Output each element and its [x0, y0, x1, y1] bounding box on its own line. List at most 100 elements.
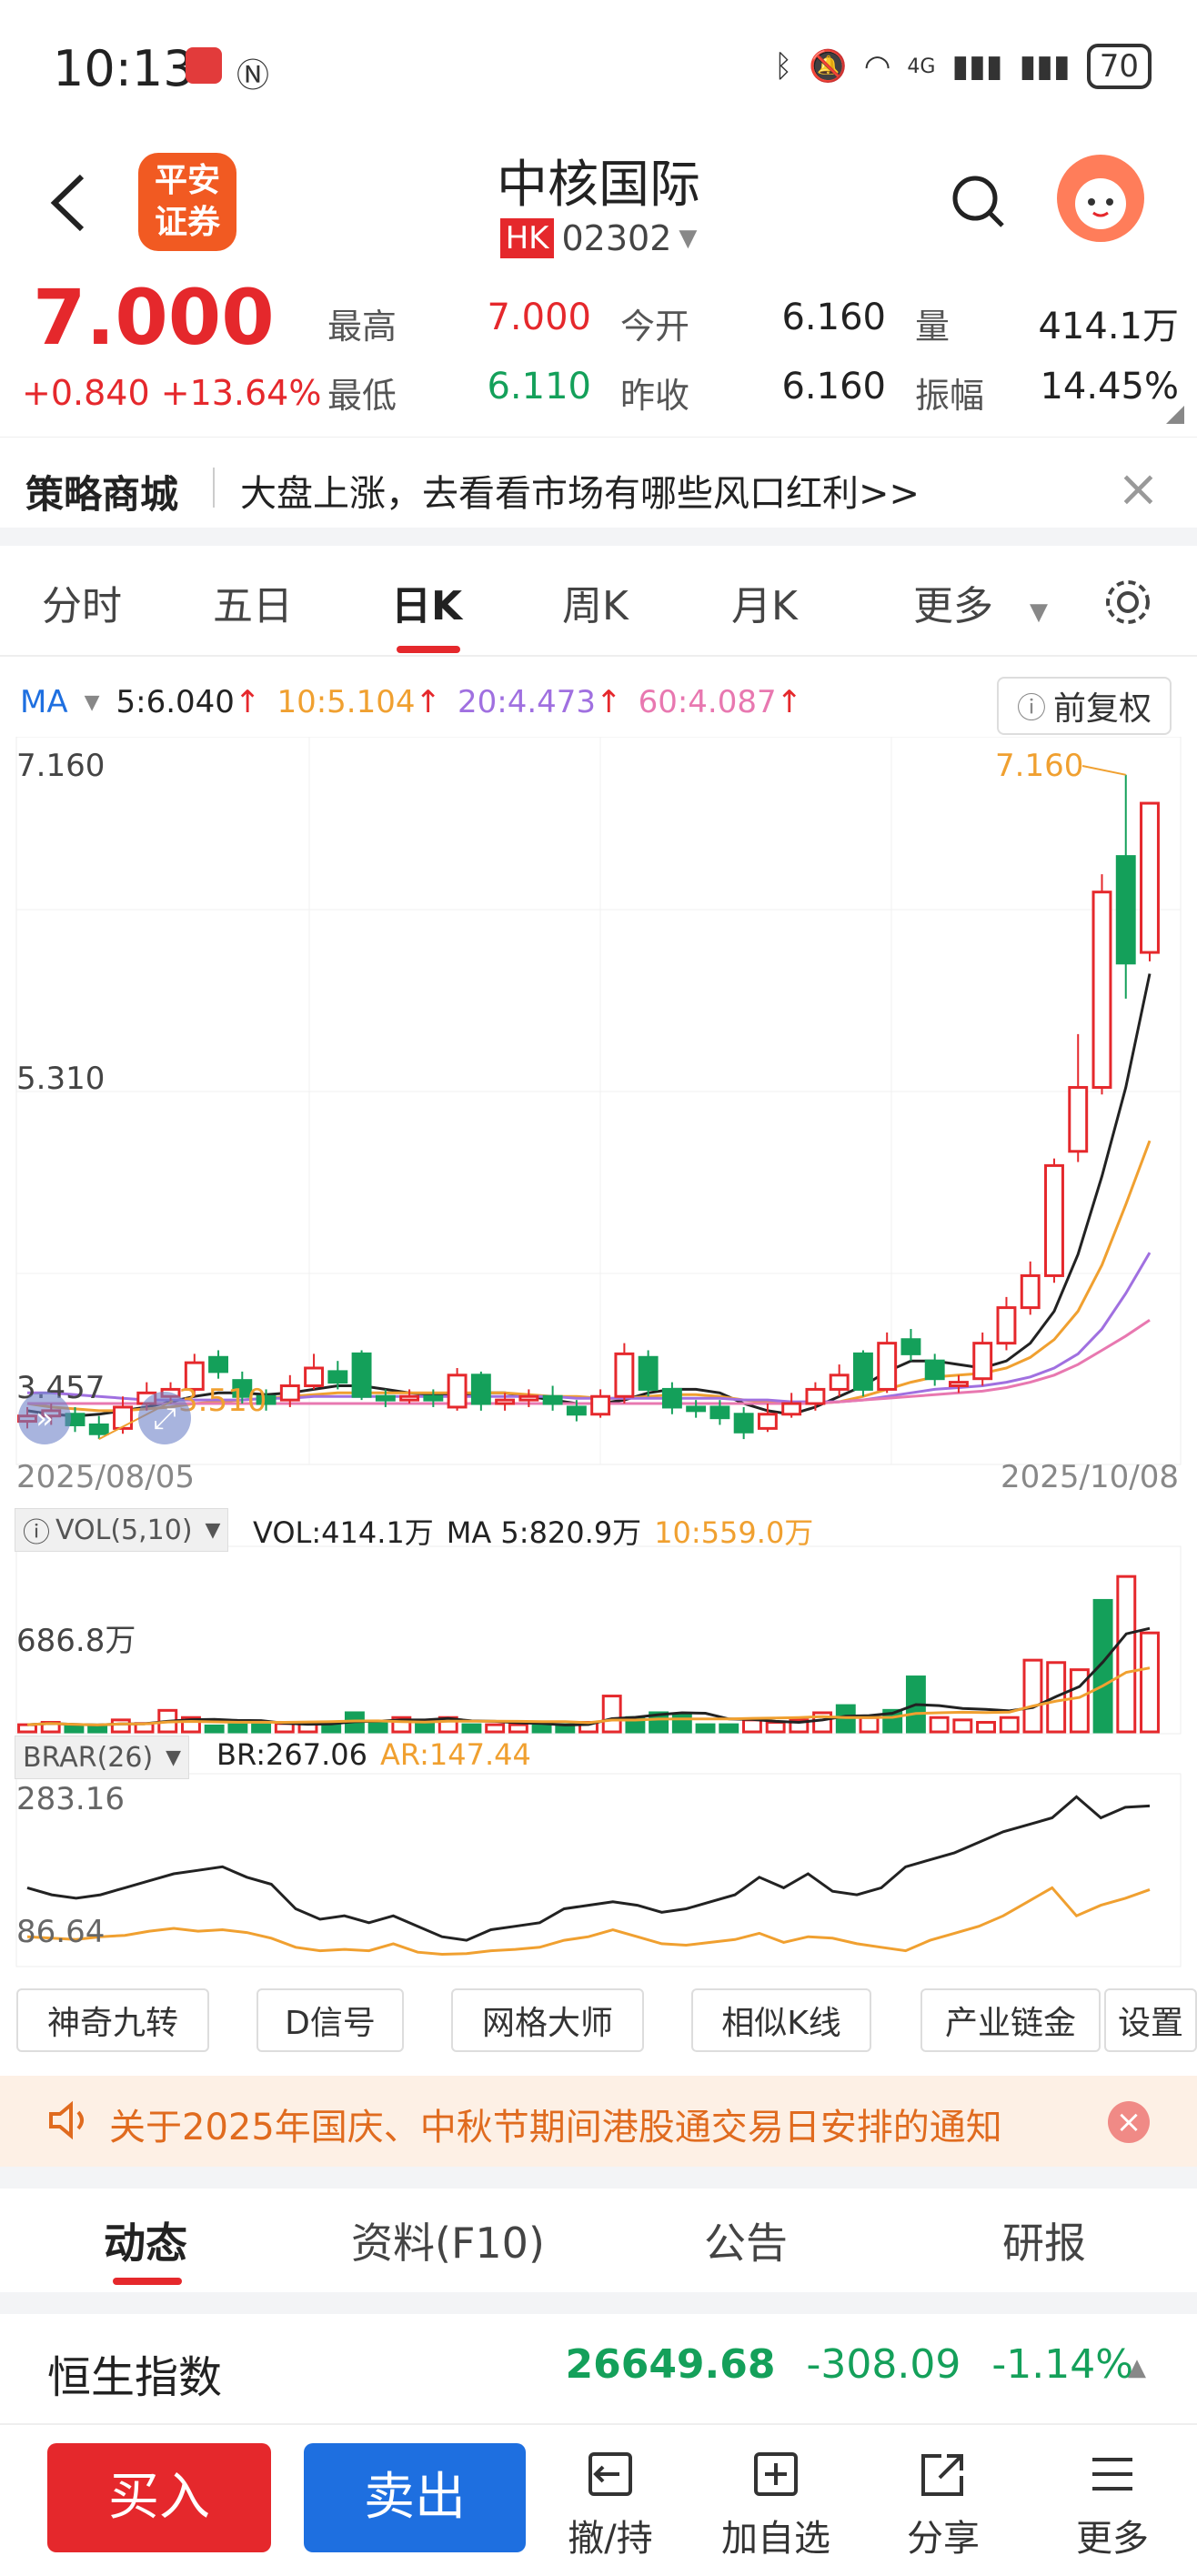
candle-down — [900, 1338, 921, 1355]
candle-down — [351, 1352, 372, 1398]
cancel-hold-button[interactable]: 撤/持 — [542, 2447, 679, 2561]
max-marker-line — [1081, 765, 1126, 776]
candle-up — [829, 1374, 850, 1391]
chart-settings-button[interactable] — [1102, 577, 1153, 631]
vol-indicator-selector[interactable]: ⓘ VOL(5,10) ▼ — [15, 1508, 229, 1552]
candle-down — [208, 1355, 228, 1374]
tool-magic-nine[interactable]: 神奇九转 — [16, 1988, 209, 2052]
index-values[interactable]: 26649.68 -308.09 -1.14% — [565, 2341, 1133, 2388]
volume-value: 414.1万 — [1038, 306, 1179, 347]
candle-up — [304, 1366, 325, 1388]
app-badge-icon — [186, 47, 222, 84]
subtab-f10[interactable]: 资料(F10) — [351, 2210, 545, 2270]
cancel-hold-icon — [588, 2452, 632, 2496]
tab-more[interactable]: 更多 ▼ — [913, 573, 1048, 631]
subtab-news[interactable]: 动态 — [104, 2210, 187, 2270]
bluetooth-icon: ᛒ — [773, 48, 793, 85]
candle-down — [638, 1355, 659, 1391]
candle-up — [996, 1306, 1017, 1345]
candle-up — [757, 1413, 778, 1430]
current-price: 7.000 — [33, 273, 275, 362]
kline-chart[interactable] — [0, 737, 1197, 1992]
tab-weekly-k[interactable]: 周K — [562, 573, 629, 631]
candle-up — [949, 1381, 969, 1388]
tab-daily-k[interactable]: 日K — [391, 573, 462, 631]
info-icon: ⓘ — [1016, 690, 1046, 725]
br-line — [26, 1795, 1151, 1942]
volume-bar — [461, 1723, 482, 1734]
candles — [17, 774, 1160, 1440]
volume-bar — [601, 1695, 622, 1734]
volume-panel-frame — [15, 1545, 1182, 1735]
ma-indicator-row[interactable]: MA ▼ 5:6.040↑ 10:5.104↑ 20:4.473↑ 60:4.0… — [20, 684, 802, 720]
volume-bar — [1140, 1631, 1160, 1734]
volume-bar — [976, 1720, 996, 1734]
index-change: -308.09 — [806, 2341, 961, 2388]
promo-divider — [213, 468, 215, 508]
subtab-research[interactable]: 研报 — [1002, 2210, 1086, 2270]
add-watchlist-button[interactable]: 加自选 — [708, 2447, 844, 2561]
active-subtab-indicator — [113, 2278, 182, 2285]
subtab-announcements[interactable]: 公告 — [704, 2210, 788, 2270]
prev-close-value: 6.160 — [781, 366, 886, 408]
stock-code-selector[interactable]: HK 02302 ▼ — [0, 218, 1197, 258]
chart-grid — [15, 737, 1182, 1967]
volume-bar — [742, 1718, 762, 1734]
promo-title: 策略商城 — [25, 472, 179, 517]
tab-monthly-k[interactable]: 月K — [731, 573, 798, 631]
index-pct: -1.14% — [991, 2341, 1133, 2388]
candle-down — [88, 1423, 109, 1435]
index-name[interactable]: 恒生指数 — [47, 2341, 222, 2405]
sell-button[interactable]: 卖出 — [304, 2443, 526, 2552]
volume-bar — [367, 1720, 388, 1734]
candle-up — [447, 1374, 468, 1409]
volume-bar — [227, 1723, 248, 1734]
expand-left-button[interactable]: » — [18, 1392, 71, 1444]
candle-down — [375, 1394, 396, 1402]
volume-bar — [695, 1723, 716, 1734]
fullscreen-icon[interactable]: ⤢ — [138, 1392, 191, 1444]
more-button[interactable]: 更多 — [1044, 2447, 1181, 2561]
expand-corner-icon[interactable] — [1166, 406, 1184, 424]
candle-up — [590, 1394, 611, 1416]
candle-down — [852, 1352, 873, 1391]
open-label: 今开 — [620, 307, 690, 347]
ma10-value: 10:5.104↑ — [277, 684, 441, 720]
active-tab-indicator — [397, 646, 460, 653]
notice-text[interactable]: 关于2025年国庆、中秋节期间港股通交易日安排的通知 — [109, 2098, 1002, 2150]
y-label-mid: 5.310 — [16, 1061, 106, 1097]
tool-d-signal[interactable]: D信号 — [256, 1988, 404, 2052]
tool-grid-master[interactable]: 网格大师 — [451, 1988, 644, 2052]
volume-bar — [251, 1723, 272, 1734]
expand-up-icon[interactable]: ▲ — [1128, 2354, 1146, 2381]
ma60-value: 60:4.087↑ — [638, 684, 803, 720]
candle-down — [924, 1359, 945, 1381]
volume-bar — [17, 1723, 37, 1734]
share-button[interactable]: 分享 — [875, 2447, 1011, 2561]
volume-label: 量 — [915, 307, 951, 347]
tool-similar-k[interactable]: 相似K线 — [691, 1988, 871, 2052]
candle-up — [877, 1342, 898, 1391]
close-icon[interactable]: × — [1108, 2101, 1150, 2143]
candle-up — [495, 1398, 516, 1405]
tab-5day[interactable]: 五日 — [213, 573, 293, 631]
candle-up — [113, 1405, 133, 1430]
volume-bar — [1092, 1598, 1113, 1734]
assistant-avatar[interactable] — [1057, 155, 1144, 242]
ma-label: MA — [20, 684, 68, 720]
candle-up — [1140, 801, 1160, 954]
brar-lines — [26, 1795, 1151, 1957]
candle-down — [566, 1405, 587, 1416]
buy-button[interactable]: 买入 — [47, 2443, 271, 2552]
adjustment-button[interactable]: ⓘ 前复权 — [997, 677, 1172, 735]
brar-indicator-selector[interactable]: BRAR(26) ▼ — [15, 1736, 190, 1779]
stock-code: 02302 — [561, 218, 672, 258]
search-button[interactable] — [950, 173, 1008, 231]
promo-text[interactable]: 大盘上涨，去看看市场有哪些风口红利>> — [240, 464, 920, 517]
tool-industry-chain[interactable]: 产业链金 — [920, 1988, 1101, 2052]
volume-bars — [17, 1575, 1160, 1734]
close-icon[interactable]: × — [1117, 459, 1160, 518]
tab-timeshare[interactable]: 分时 — [42, 573, 122, 631]
tool-settings[interactable]: 设置 — [1104, 1988, 1197, 2052]
signal-icon: ▮▮▮ — [951, 48, 1003, 85]
